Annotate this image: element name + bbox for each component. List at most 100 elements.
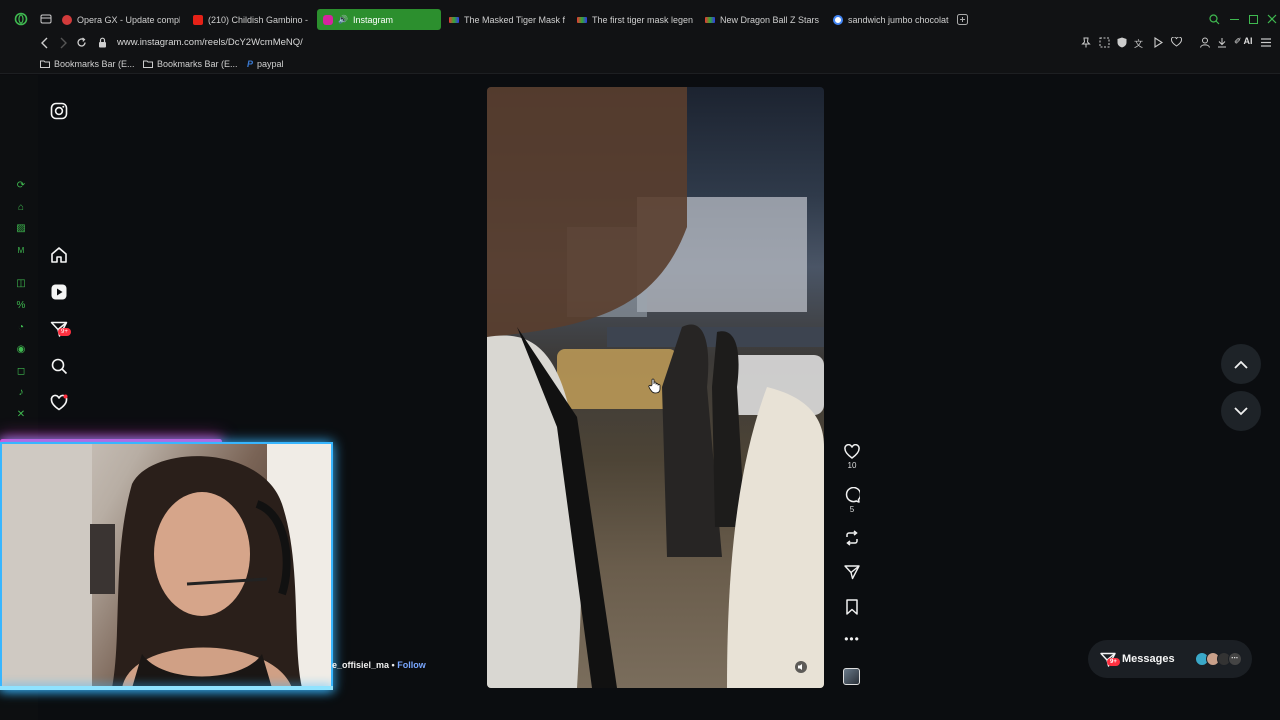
percent-icon[interactable]: % <box>14 299 28 313</box>
bookmark-folder-2[interactable]: Bookmarks Bar (E... <box>143 59 238 69</box>
paypal-icon: P <box>247 59 254 69</box>
bookmark-folder-1[interactable]: Bookmarks Bar (E... <box>40 59 135 69</box>
opera-logo-icon[interactable] <box>14 12 28 26</box>
share-button[interactable] <box>842 564 862 580</box>
tab-favicon-icon <box>449 16 459 23</box>
tab-masked-tiger[interactable]: The Masked Tiger Mask fu <box>449 9 565 30</box>
neon-frame-bottom <box>0 686 333 690</box>
instagram-sidebar-icon[interactable]: ◻ <box>14 365 28 379</box>
follow-button[interactable]: Follow <box>397 660 426 670</box>
reel-username[interactable]: e_offisiel_ma <box>332 660 389 670</box>
bookmarks-bar: Bookmarks Bar (E... Bookmarks Bar (E... … <box>0 54 1280 74</box>
reel-caption: e_offisiel_ma • Follow <box>332 660 426 670</box>
reload-button[interactable] <box>76 37 87 48</box>
more-avatars-icon: ⋯ <box>1227 652 1242 666</box>
maximize-button[interactable] <box>1249 15 1258 24</box>
heart-bookmark-icon[interactable] <box>1171 37 1182 47</box>
whatsapp-icon[interactable]: ◔ <box>14 321 28 335</box>
google-tab-icon <box>833 14 843 25</box>
bookmark-icon <box>846 599 858 615</box>
search-icon[interactable] <box>50 357 70 377</box>
share-icon <box>844 565 860 580</box>
comment-button[interactable]: 5 <box>842 487 862 514</box>
instagram-nav: 9+ <box>38 75 82 475</box>
translate-icon[interactable]: 文 <box>1134 37 1143 50</box>
forward-button[interactable] <box>58 37 68 49</box>
bookmark-label: paypal <box>257 59 284 69</box>
tab-dragon-ball[interactable]: New Dragon Ball Z Stars C <box>705 9 821 30</box>
chevron-up-icon <box>1234 360 1248 369</box>
new-tab-button[interactable] <box>957 14 968 25</box>
tab-label: (210) Childish Gambino - T <box>208 14 309 25</box>
minimize-button[interactable] <box>1230 19 1239 20</box>
tab-label: Instagram <box>352 14 393 25</box>
notifications-heart-icon[interactable] <box>50 394 70 414</box>
ai-button[interactable]: ✐ AI <box>1234 36 1253 47</box>
gx-corner-icon[interactable]: ▨ <box>14 222 28 236</box>
menu-icon[interactable] <box>1261 38 1271 47</box>
notification-badge: 9+ <box>58 328 71 336</box>
profile-icon[interactable] <box>1200 37 1210 48</box>
like-count: 10 <box>847 461 857 470</box>
back-button[interactable] <box>40 37 50 49</box>
like-button[interactable]: 10 <box>842 444 862 470</box>
instagram-logo-icon[interactable] <box>50 102 70 122</box>
shield-icon[interactable] <box>1117 37 1127 48</box>
folder-icon <box>143 60 153 68</box>
tab-first-tiger-mask[interactable]: The first tiger mask legend <box>577 9 693 30</box>
messages-button[interactable]: 9+ Messages ⋯ <box>1088 640 1252 678</box>
hand-cursor-icon <box>648 378 662 394</box>
more-options-icon[interactable]: ••• <box>842 632 862 646</box>
discord-icon[interactable]: ◉ <box>14 343 28 357</box>
search-tabs-icon[interactable] <box>1209 14 1220 25</box>
address-bar: www.instagram.com/reels/DcY2WcmMeNQ/ 文 ✐… <box>0 32 1280 54</box>
pin-icon[interactable] <box>1081 37 1091 48</box>
tab-favicon-icon <box>577 16 587 23</box>
webcam-overlay <box>0 442 333 690</box>
comment-icon <box>845 487 860 503</box>
close-window-button[interactable] <box>1267 14 1277 24</box>
like-heart-icon <box>844 444 860 459</box>
snapshot-icon[interactable] <box>1099 37 1110 48</box>
ai-spark-icon: ✐ <box>1234 36 1242 46</box>
tab-label: The Masked Tiger Mask fu <box>464 14 565 25</box>
tab-opera-update[interactable]: Opera GX - Update comple <box>62 9 180 30</box>
messages-label: Messages <box>1122 653 1175 665</box>
tab-label: sandwich jumbo chocolate <box>848 14 949 25</box>
home-icon[interactable] <box>50 246 70 266</box>
play-icon[interactable] <box>1153 37 1163 48</box>
next-reel-button[interactable] <box>1221 391 1261 431</box>
mastodon-icon[interactable]: M <box>14 244 28 258</box>
comment-count: 5 <box>849 505 855 514</box>
tab-childish-gambino[interactable]: (210) Childish Gambino - T <box>193 9 309 30</box>
speaker-icon: 🔊 <box>338 15 348 24</box>
tab-menu-icon[interactable] <box>40 14 52 24</box>
tab-label: Opera GX - Update comple <box>77 14 180 25</box>
history-icon[interactable]: ⟳ <box>14 179 28 193</box>
url-field[interactable]: www.instagram.com/reels/DcY2WcmMeNQ/ <box>117 37 303 48</box>
audio-thumbnail[interactable] <box>843 668 860 685</box>
direct-messages-icon[interactable]: 9+ <box>50 320 71 340</box>
tab-bar: Opera GX - Update comple (210) Childish … <box>0 0 1280 32</box>
bookmark-label: Bookmarks Bar (E... <box>157 59 238 69</box>
ai-label: AI <box>1243 36 1253 46</box>
previous-reel-button[interactable] <box>1221 344 1261 384</box>
tab-label: New Dragon Ball Z Stars C <box>720 14 821 25</box>
instagram-tab-icon <box>323 14 333 25</box>
messages-send-icon: 9+ <box>1100 652 1120 667</box>
download-icon[interactable] <box>1217 37 1227 48</box>
repost-button[interactable] <box>842 530 862 546</box>
tab-sandwich-jumbo[interactable]: sandwich jumbo chocolate <box>833 9 949 30</box>
tiktok-icon[interactable]: ♪ <box>14 386 28 400</box>
lock-icon[interactable] <box>98 37 107 48</box>
twitch-icon[interactable]: ◫ <box>14 277 28 291</box>
x-icon[interactable]: ✕ <box>14 408 28 422</box>
tab-instagram[interactable]: 🔊 Instagram <box>317 9 441 30</box>
reels-icon[interactable] <box>50 283 70 303</box>
aria-icon[interactable]: ⌂ <box>14 201 28 215</box>
mute-icon[interactable] <box>795 661 807 673</box>
bookmark-paypal[interactable]: P paypal <box>247 59 284 69</box>
save-button[interactable] <box>842 599 862 615</box>
tab-label: The first tiger mask legend <box>592 14 693 25</box>
caption-separator: • <box>391 660 395 670</box>
